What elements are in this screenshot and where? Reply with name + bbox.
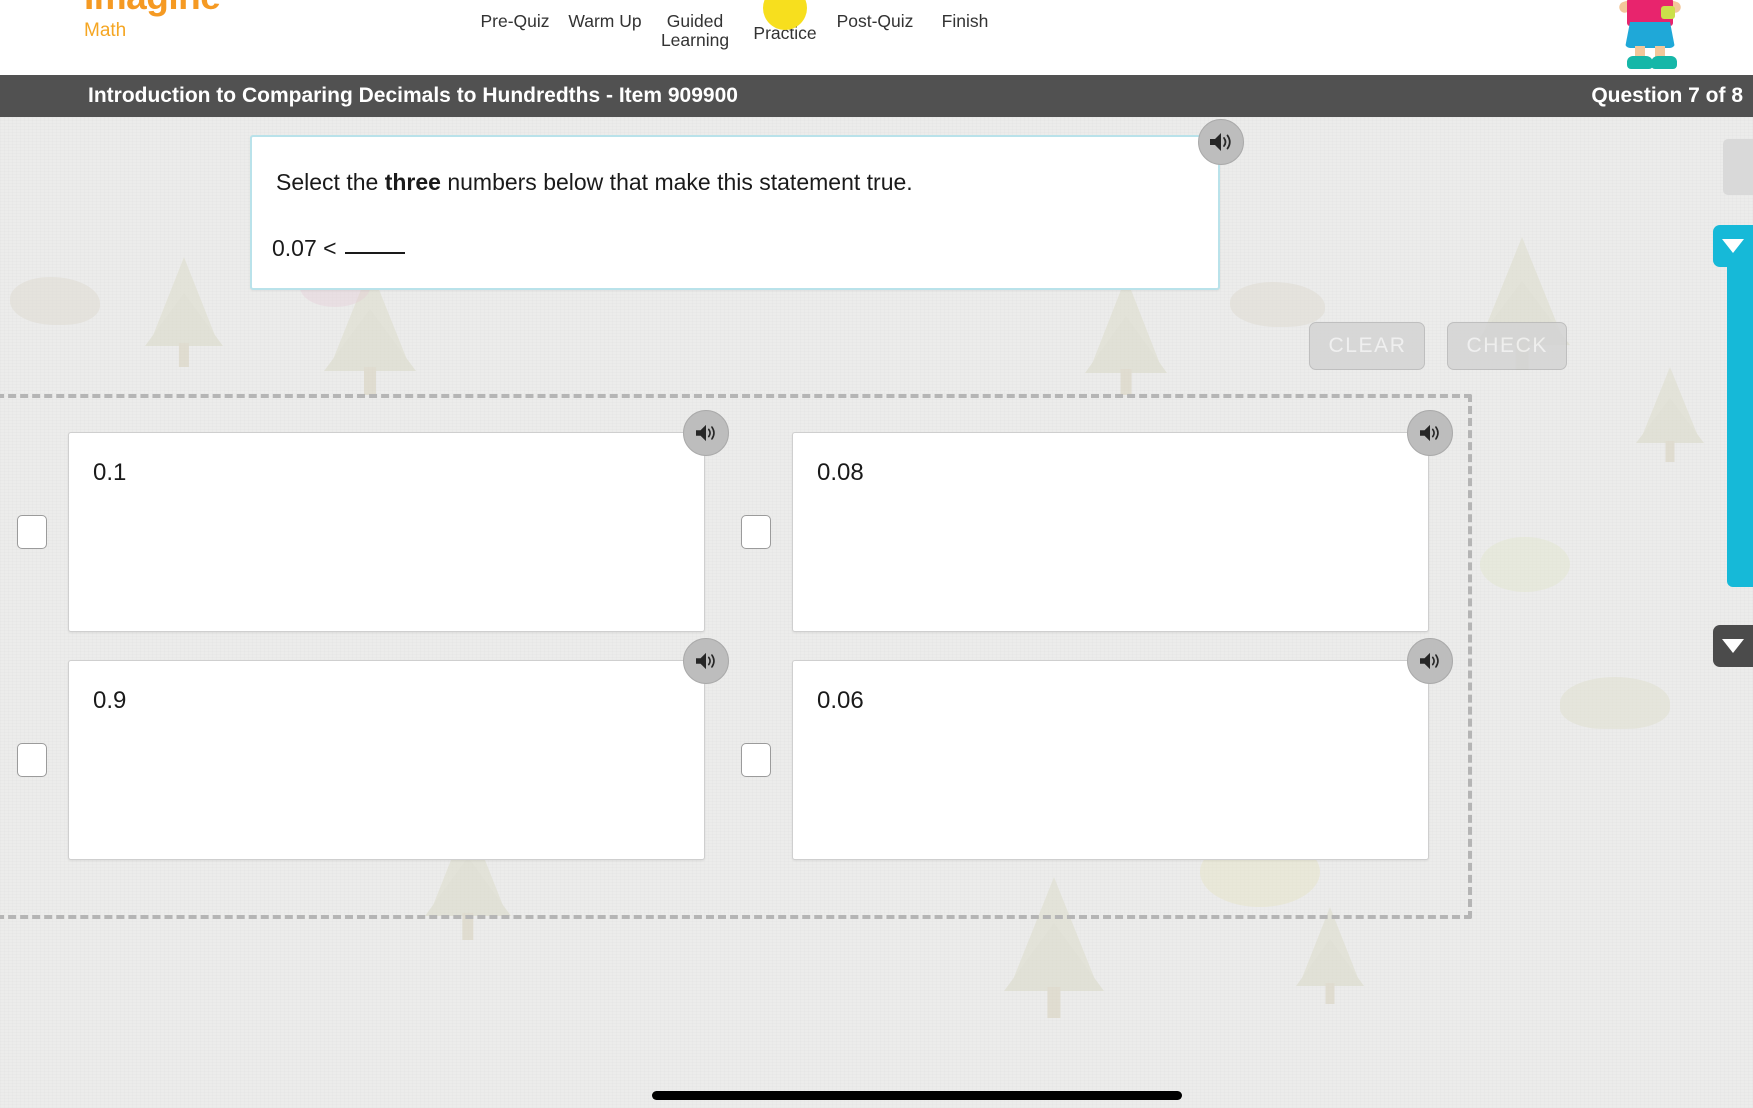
instruction-text-before: Select the	[276, 169, 385, 195]
question-statement: 0.07 <	[272, 235, 405, 262]
imagine-math-logo[interactable]: Imagine Math	[84, 0, 221, 41]
speaker-icon[interactable]	[683, 638, 729, 684]
student-avatar[interactable]	[1607, 0, 1693, 70]
answer-choice-value: 0.9	[93, 687, 127, 714]
answer-choice-audio-button[interactable]	[683, 410, 729, 456]
rail-dark-expand-button[interactable]	[1713, 625, 1753, 667]
foliage-decoration	[1480, 537, 1570, 592]
horizontal-scrollbar-track[interactable]	[0, 1086, 1753, 1108]
answer-choice-value: 0.08	[817, 459, 864, 486]
statement-expression: 0.07 <	[272, 235, 337, 261]
horizontal-scrollbar-thumb[interactable]	[652, 1091, 1182, 1100]
answer-choice-checkbox[interactable]	[741, 515, 771, 549]
nav-step-finish[interactable]: Finish	[920, 0, 1010, 31]
answer-choice-value: 0.1	[93, 459, 127, 486]
question-instruction: Select the three numbers below that make…	[276, 169, 913, 196]
answer-choice-card[interactable]: 0.08	[792, 432, 1429, 632]
answer-choice-audio-button[interactable]	[683, 638, 729, 684]
nav-step-label: Finish	[941, 11, 989, 31]
clear-button[interactable]: CLEAR	[1309, 322, 1426, 370]
tree-decoration	[1636, 367, 1704, 462]
avatar-skirt	[1625, 22, 1675, 48]
answer-choices-grid: 0.1 0.08 0.9 0.06	[0, 394, 1480, 919]
lesson-title: Introduction to Comparing Decimals to Hu…	[88, 84, 738, 107]
avatar-right-shoe	[1651, 56, 1677, 69]
nav-step-label: Post-Quiz	[836, 11, 914, 31]
statement-blank	[344, 252, 405, 254]
rail-cyan-expand-button[interactable]	[1713, 225, 1753, 267]
check-button[interactable]: CHECK	[1447, 322, 1567, 370]
answer-choice-checkbox[interactable]	[17, 515, 47, 549]
nav-step-warm-up[interactable]: Warm Up	[560, 0, 650, 31]
avatar-left-shoe	[1627, 56, 1653, 69]
chevron-down-icon	[1722, 239, 1744, 253]
app-root: Imagine Math Pre-Quiz Warm Up Guided Learn…	[0, 0, 1753, 1108]
rail-cyan-panel	[1727, 227, 1753, 587]
answer-choice: 0.08	[741, 410, 1453, 632]
speaker-icon[interactable]	[683, 410, 729, 456]
nav-step-pre-quiz[interactable]: Pre-Quiz	[470, 0, 560, 31]
chevron-down-icon	[1722, 639, 1744, 653]
answer-choice-audio-button[interactable]	[1407, 638, 1453, 684]
answer-choice-audio-button[interactable]	[1407, 410, 1453, 456]
rock-decoration	[1230, 282, 1325, 327]
answer-choice-card[interactable]: 0.1	[68, 432, 705, 632]
activity-stage: Select the three numbers below that make…	[0, 117, 1753, 1108]
avatar-bag	[1661, 6, 1675, 19]
nav-step-label: Warm Up	[568, 11, 642, 31]
rail-placeholder-box	[1723, 139, 1753, 195]
tree-decoration	[145, 257, 223, 368]
speaker-icon[interactable]	[1407, 410, 1453, 456]
answer-choice-card[interactable]: 0.06	[792, 660, 1429, 860]
instruction-text-after: numbers below that make this statement t…	[440, 169, 913, 195]
lesson-title-bar: Introduction to Comparing Decimals to Hu…	[0, 75, 1753, 117]
lesson-step-nav: Pre-Quiz Warm Up Guided Learning Practice Po…	[470, 0, 1010, 75]
nav-step-label: Pre-Quiz	[480, 11, 550, 31]
answer-choice: 0.9	[17, 638, 729, 860]
answer-choice-checkbox[interactable]	[17, 743, 47, 777]
nav-step-guided-learning[interactable]: Guided Learning	[650, 0, 740, 50]
answer-choice-card[interactable]: 0.9	[68, 660, 705, 860]
question-audio-button[interactable]	[1198, 119, 1244, 165]
logo-math-text: Math	[84, 20, 127, 41]
question-counter: Question 7 of 8	[1591, 84, 1743, 107]
answer-choice-checkbox[interactable]	[741, 743, 771, 777]
speaker-icon[interactable]	[1407, 638, 1453, 684]
question-prompt-box: Select the three numbers below that make…	[250, 119, 1244, 290]
logo-imagine-text: Imagine	[84, 0, 221, 15]
nav-step-post-quiz[interactable]: Post-Quiz	[830, 0, 920, 31]
instruction-emphasis: three	[384, 169, 441, 195]
bush-decoration	[1560, 677, 1670, 729]
answer-choice: 0.06	[741, 638, 1453, 860]
tree-decoration	[1085, 277, 1167, 395]
answer-choice-value: 0.06	[817, 687, 864, 714]
nav-step-label: Guided Learning	[660, 11, 730, 50]
top-navigation-bar: Imagine Math Pre-Quiz Warm Up Guided Learn…	[0, 0, 1753, 75]
answer-action-buttons: CLEAR CHECK	[1309, 322, 1567, 370]
answer-choice: 0.1	[17, 410, 729, 632]
nav-step-practice[interactable]: Practice	[740, 0, 830, 43]
rock-decoration	[10, 277, 100, 325]
speaker-icon[interactable]	[1198, 119, 1244, 165]
